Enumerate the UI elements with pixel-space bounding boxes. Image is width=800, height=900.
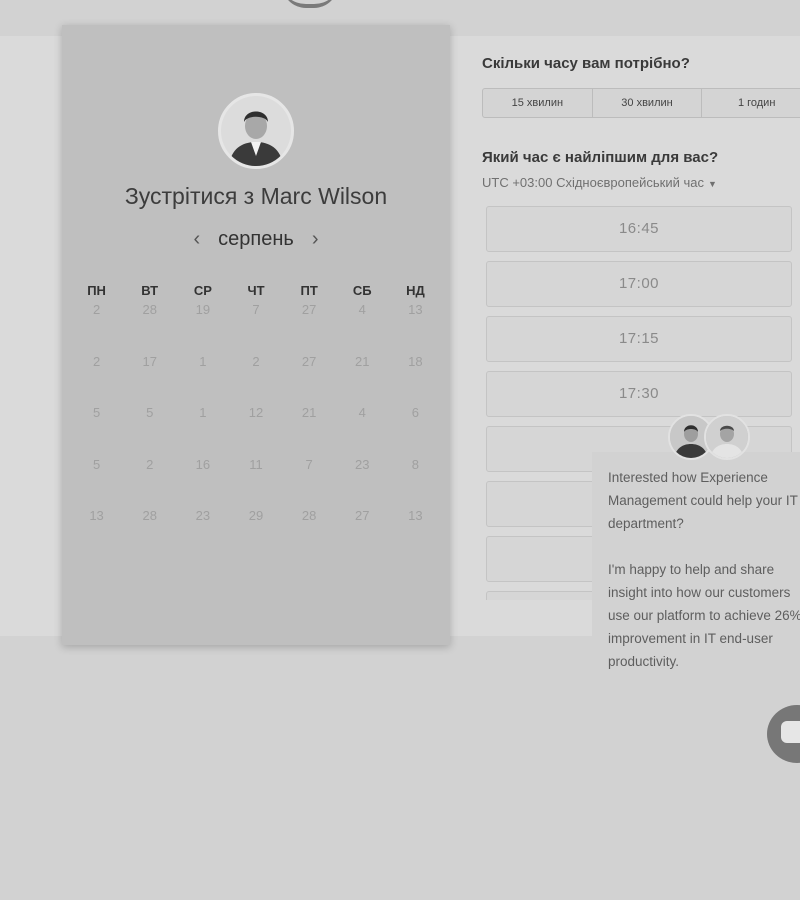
- chat-launcher-button[interactable]: [767, 705, 800, 763]
- calendar-day[interactable]: 19: [176, 302, 229, 354]
- calendar-day[interactable]: 29: [229, 508, 282, 560]
- calendar-panel: Зустрітися з Marc Wilson ‹ серпень › ПН …: [62, 25, 450, 645]
- calendar-day[interactable]: 2: [229, 354, 282, 406]
- calendar-day[interactable]: 17: [123, 354, 176, 406]
- calendar-day[interactable]: 28: [283, 508, 336, 560]
- chat-agent-avatars: [668, 414, 752, 462]
- time-slot[interactable]: 17:15: [486, 316, 792, 362]
- calendar-day[interactable]: 28: [123, 302, 176, 354]
- agent-portrait-icon: [706, 416, 748, 458]
- calendar-day[interactable]: 28: [123, 508, 176, 560]
- logo-fragment: [282, 0, 338, 8]
- calendar-grid: ПН ВТ СР ЧТ ПТ СБ НД 2 28 19 7 27 4 13 2 17 1 2 27 2…: [70, 283, 442, 560]
- weekday-label: СР: [193, 283, 212, 298]
- calendar-day[interactable]: 4: [336, 405, 389, 457]
- calendar-day[interactable]: 27: [336, 508, 389, 560]
- calendar-day[interactable]: 2: [123, 457, 176, 509]
- calendar-day[interactable]: 16: [176, 457, 229, 509]
- calendar-day[interactable]: 5: [70, 405, 123, 457]
- calendar-day[interactable]: 21: [336, 354, 389, 406]
- time-slot[interactable]: 17:00: [486, 261, 792, 307]
- calendar-day[interactable]: 7: [283, 457, 336, 509]
- month-label: серпень: [218, 228, 294, 250]
- chevron-right-icon[interactable]: ›: [312, 228, 319, 251]
- calendar-week-row: 13 28 23 29 28 27 13: [70, 508, 442, 560]
- calendar-day[interactable]: 2: [70, 354, 123, 406]
- calendar-day[interactable]: 7: [229, 302, 282, 354]
- calendar-day[interactable]: 5: [70, 457, 123, 509]
- calendar-day[interactable]: 6: [389, 405, 442, 457]
- calendar-week-row: 2 17 1 2 27 21 18: [70, 354, 442, 406]
- calendar-day[interactable]: 13: [70, 508, 123, 560]
- agent-avatar: [704, 414, 750, 460]
- calendar-day[interactable]: 11: [229, 457, 282, 509]
- host-avatar: [218, 93, 294, 169]
- chat-paragraph: I'm happy to help and share insight into…: [608, 562, 800, 669]
- calendar-day[interactable]: 1: [176, 405, 229, 457]
- weekday-label: СБ: [352, 283, 372, 298]
- chat-bubble-icon: [781, 721, 800, 743]
- calendar-day[interactable]: 23: [176, 508, 229, 560]
- calendar-day[interactable]: 2: [70, 302, 123, 354]
- calendar-day[interactable]: 13: [389, 302, 442, 354]
- weekday-label: ВТ: [141, 283, 159, 298]
- chat-paragraph: Interested how Experience Management cou…: [608, 470, 798, 531]
- calendar-day[interactable]: 27: [283, 302, 336, 354]
- calendar-day[interactable]: 21: [283, 405, 336, 457]
- calendar-week-row: 2 28 19 7 27 4 13: [70, 302, 442, 354]
- calendar-day[interactable]: 4: [336, 302, 389, 354]
- weekday-label: ЧТ: [247, 283, 265, 298]
- calendar-day[interactable]: 13: [389, 508, 442, 560]
- weekday-label: ПН: [87, 283, 106, 298]
- calendar-week-row: 5 5 1 12 21 4 6: [70, 405, 442, 457]
- calendar-day[interactable]: 12: [229, 405, 282, 457]
- time-slot[interactable]: 17:30: [486, 371, 792, 417]
- calendar-week-row: 5 2 16 11 7 23 8: [70, 457, 442, 509]
- chevron-left-icon[interactable]: ‹: [193, 228, 200, 251]
- time-slot[interactable]: 16:45: [486, 206, 792, 252]
- weekday-label: ПТ: [300, 283, 318, 298]
- calendar-day[interactable]: 5: [123, 405, 176, 457]
- chat-message: Interested how Experience Management cou…: [608, 466, 800, 696]
- host-portrait-icon: [221, 96, 291, 166]
- calendar-day[interactable]: 23: [336, 457, 389, 509]
- weekday-header: ПН ВТ СР ЧТ ПТ СБ НД: [70, 283, 442, 298]
- calendar-day[interactable]: 27: [283, 354, 336, 406]
- calendar-day[interactable]: 1: [176, 354, 229, 406]
- calendar-day[interactable]: 8: [389, 457, 442, 509]
- meeting-title: Зустрітися з Marc Wilson: [124, 183, 388, 209]
- calendar-days: 2 28 19 7 27 4 13 2 17 1 2 27 21 18 5 5 1 12 21 4 6 5 2 16 11 7 23…: [70, 302, 442, 560]
- calendar-day[interactable]: 18: [389, 354, 442, 406]
- weekday-label: НД: [406, 283, 425, 298]
- month-navigator: ‹ серпень ›: [62, 228, 450, 251]
